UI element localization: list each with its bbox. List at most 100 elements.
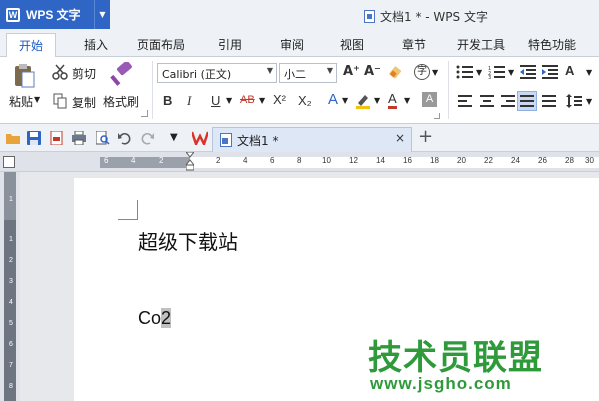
close-icon[interactable]: × xyxy=(395,131,405,145)
cut-button[interactable]: 剪切 xyxy=(72,65,96,82)
customize-toolbar-icon[interactable]: ▼ xyxy=(170,132,178,143)
change-case-icon[interactable]: A xyxy=(565,63,574,78)
distributed-align-icon[interactable] xyxy=(542,95,556,107)
superscript-button[interactable]: X² xyxy=(273,92,286,107)
highlight-icon[interactable] xyxy=(354,92,372,110)
tab-insert[interactable]: 插入 xyxy=(84,36,108,53)
line-spacing-icon[interactable] xyxy=(566,94,582,108)
export-pdf-icon[interactable] xyxy=(50,130,64,146)
text-effect-button[interactable]: A xyxy=(328,91,338,108)
scissors-icon xyxy=(52,64,68,80)
ruler-tick: 26 xyxy=(538,156,547,165)
align-left-icon[interactable] xyxy=(458,95,472,107)
chevron-down-icon[interactable]: ▼ xyxy=(586,68,592,77)
ruler-margin xyxy=(100,157,190,168)
chevron-down-icon[interactable]: ▼ xyxy=(476,68,482,77)
font-launcher-icon[interactable] xyxy=(434,113,440,119)
print-preview-icon[interactable] xyxy=(95,130,110,145)
print-icon[interactable] xyxy=(72,130,86,146)
undo-icon[interactable] xyxy=(118,131,132,145)
wps-logo-icon[interactable] xyxy=(190,131,210,148)
chevron-down-icon[interactable]: ▼ xyxy=(586,97,592,106)
tab-references[interactable]: 引用 xyxy=(218,36,242,53)
bullet-list-icon[interactable] xyxy=(456,65,474,79)
ruler-tick: 5 xyxy=(9,320,13,327)
tab-view[interactable]: 视图 xyxy=(340,36,364,53)
clipboard-launcher-icon[interactable] xyxy=(141,110,148,117)
font-size-select[interactable]: 小二 ▼ xyxy=(279,63,337,83)
numbered-list-icon[interactable]: 123 xyxy=(488,65,506,81)
tab-section[interactable]: 章节 xyxy=(402,36,426,53)
chevron-down-icon[interactable]: ▼ xyxy=(342,96,348,105)
format-painter-button[interactable]: 格式刷 xyxy=(103,93,139,110)
ruler-tick: 6 xyxy=(270,156,275,165)
new-tab-button[interactable]: + xyxy=(418,126,433,147)
window-title-text: 文档1 * - WPS 文字 xyxy=(380,10,488,24)
paste-icon[interactable] xyxy=(12,63,36,89)
align-center-icon[interactable] xyxy=(480,95,494,107)
font-name-value: Calibri (正文) xyxy=(162,68,232,81)
ruler-tick: 20 xyxy=(457,156,466,165)
font-name-select[interactable]: Calibri (正文) ▼ xyxy=(157,63,277,83)
selected-text[interactable]: 2 xyxy=(161,308,172,328)
chevron-down-icon[interactable]: ▼ xyxy=(432,68,438,77)
watermark: 技术员联盟 www.jsgho.com xyxy=(368,330,598,400)
paste-dropdown-icon[interactable]: ▼ xyxy=(34,95,40,104)
clear-format-icon[interactable] xyxy=(388,65,404,81)
ruler-tick: 4 xyxy=(9,299,13,306)
chevron-down-icon: ▼ xyxy=(326,66,333,75)
shrink-font-icon[interactable]: A⁻ xyxy=(364,64,381,79)
subscript-button[interactable]: X₂ xyxy=(298,93,312,108)
strike-dropdown-icon[interactable]: ▼ xyxy=(259,96,265,105)
increase-indent-icon[interactable] xyxy=(542,65,558,79)
document-tab[interactable]: 文档1 * × xyxy=(212,127,412,152)
ruler-tick: 14 xyxy=(376,156,385,165)
strikethrough-button[interactable]: AB xyxy=(240,94,255,106)
tab-developer[interactable]: 开发工具 xyxy=(457,36,505,53)
tab-home[interactable]: 开始 xyxy=(6,33,57,57)
document-line-2[interactable]: Co2 xyxy=(138,308,172,329)
ruler-tick: 8 xyxy=(297,156,302,165)
format-painter-icon[interactable] xyxy=(110,60,134,88)
ruler-tick: 4 xyxy=(243,156,248,165)
document-line-1[interactable]: 超级下载站 xyxy=(138,226,238,255)
chevron-down-icon[interactable]: ▼ xyxy=(404,96,410,105)
ruler-tick: 16 xyxy=(403,156,412,165)
char-shading-button[interactable]: A xyxy=(422,92,437,107)
font-color-button[interactable]: A xyxy=(388,91,397,109)
tab-review[interactable]: 审阅 xyxy=(280,36,304,53)
watermark-logo-text: 技术员联盟 xyxy=(368,338,543,378)
copy-button[interactable]: 复制 xyxy=(72,94,96,111)
chevron-down-icon[interactable]: ▼ xyxy=(508,68,514,77)
open-folder-icon[interactable] xyxy=(6,131,20,145)
chevron-down-icon[interactable]: ▼ xyxy=(374,96,380,105)
justify-icon[interactable] xyxy=(517,91,537,111)
tab-special-features[interactable]: 特色功能 xyxy=(528,36,576,53)
tab-stop-selector-icon[interactable] xyxy=(3,156,15,168)
document-text[interactable]: Co xyxy=(138,308,161,328)
tab-page-layout[interactable]: 页面布局 xyxy=(137,36,185,53)
svg-text:3: 3 xyxy=(488,75,491,79)
underline-button[interactable]: U xyxy=(211,93,220,108)
app-name: WPS 文字 xyxy=(26,8,81,22)
horizontal-ruler[interactable]: 6 4 2 2 4 6 8 10 12 14 16 18 20 22 24 26… xyxy=(0,151,599,172)
indent-marker-icon[interactable] xyxy=(184,151,196,172)
ruler-tick: 2 xyxy=(216,156,221,165)
italic-button[interactable]: I xyxy=(187,93,191,109)
underline-dropdown-icon[interactable]: ▼ xyxy=(226,96,232,105)
ribbon-tabs: 开始 插入 页面布局 引用 审阅 视图 章节 开发工具 特色功能 xyxy=(0,30,599,57)
vertical-ruler[interactable]: 1 1 2 3 4 5 6 7 8 xyxy=(0,172,20,401)
bold-button[interactable]: B xyxy=(163,93,172,108)
phonetic-guide-icon[interactable]: 字 xyxy=(414,64,430,80)
paste-button[interactable]: 粘贴 xyxy=(9,93,33,110)
save-icon[interactable] xyxy=(27,131,41,145)
chevron-down-icon: ▼ xyxy=(266,66,273,75)
ruler-tick: 8 xyxy=(9,383,13,390)
ruler-tick: 2 xyxy=(159,156,164,165)
align-right-icon[interactable] xyxy=(501,95,515,107)
app-menu-button[interactable]: W WPS 文字 ▼ xyxy=(0,0,110,29)
decrease-indent-icon[interactable] xyxy=(520,65,536,79)
grow-font-icon[interactable]: A⁺ xyxy=(343,64,360,79)
chevron-down-icon[interactable]: ▼ xyxy=(94,0,110,29)
redo-icon[interactable] xyxy=(140,131,154,145)
